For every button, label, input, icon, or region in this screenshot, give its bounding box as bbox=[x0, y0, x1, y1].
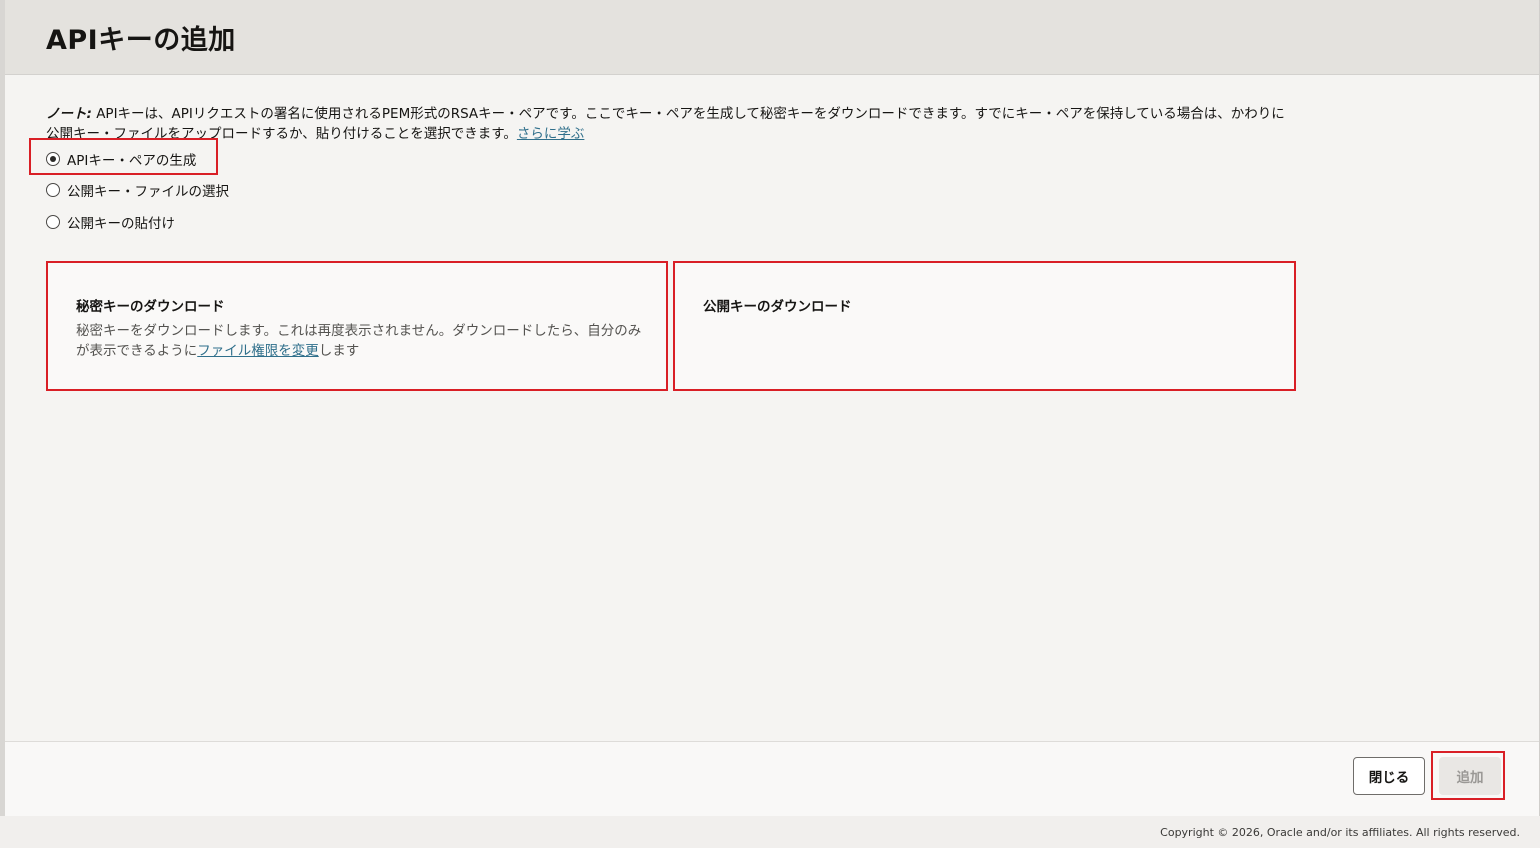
radio-button[interactable] bbox=[46, 215, 60, 229]
radio-label: 公開キー・ファイルの選択 bbox=[67, 184, 229, 200]
private-key-card: 秘密キーのダウンロード 秘密キーをダウンロードします。これは再度表示されません。… bbox=[46, 261, 668, 391]
radio-paste-public-key[interactable]: 公開キーの貼付け bbox=[46, 211, 175, 233]
dialog-footer: 閉じる 追加 bbox=[5, 741, 1539, 816]
public-key-card: 公開キーのダウンロード bbox=[673, 261, 1296, 391]
learn-more-link[interactable]: さらに学ぶ bbox=[517, 126, 585, 142]
radio-label: APIキー・ペアの生成 bbox=[67, 153, 197, 169]
private-key-title: 秘密キーのダウンロード bbox=[76, 299, 225, 315]
dialog-header: APIキーの追加 bbox=[5, 0, 1539, 75]
close-button[interactable]: 閉じる bbox=[1353, 757, 1425, 795]
radio-button-checked[interactable] bbox=[46, 152, 60, 166]
private-key-desc-suffix: します bbox=[318, 343, 360, 359]
radio-generate-key-pair[interactable]: APIキー・ペアの生成 bbox=[46, 148, 196, 170]
radio-choose-public-key-file[interactable]: 公開キー・ファイルの選択 bbox=[46, 179, 229, 201]
note-body: APIキーは、APIリクエストの署名に使用されるPEM形式のRSAキー・ペアです… bbox=[46, 106, 1285, 142]
radio-button[interactable] bbox=[46, 183, 60, 197]
copyright-text: Copyright © 2026, Oracle and/or its affi… bbox=[1160, 826, 1520, 839]
radio-label: 公開キーの貼付け bbox=[67, 216, 175, 232]
add-button[interactable]: 追加 bbox=[1439, 757, 1501, 795]
dialog-title: APIキーの追加 bbox=[46, 25, 236, 56]
note-label: ノート: bbox=[46, 106, 92, 122]
private-key-description: 秘密キーをダウンロードします。これは再度表示されません。ダウンロードしたら、自分… bbox=[76, 321, 646, 361]
note-text: ノート: APIキーは、APIリクエストの署名に使用されるPEM形式のRSAキー… bbox=[46, 104, 1296, 144]
public-key-title: 公開キーのダウンロード bbox=[703, 299, 852, 315]
add-api-key-dialog: APIキーの追加 ノート: APIキーは、APIリクエストの署名に使用されるPE… bbox=[5, 0, 1540, 816]
change-file-permissions-link[interactable]: ファイル権限を変更 bbox=[197, 343, 319, 359]
